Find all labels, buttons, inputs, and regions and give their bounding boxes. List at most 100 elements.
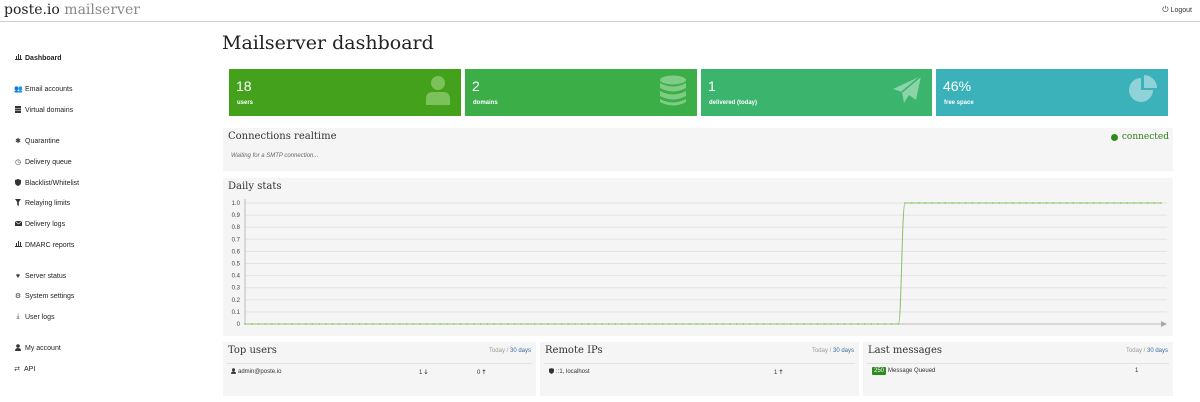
shield-icon (14, 178, 22, 188)
data-point (553, 323, 556, 325)
data-point (628, 323, 630, 325)
data-point (446, 323, 448, 325)
sidebar-item-label: Email accounts (25, 85, 73, 93)
period-today[interactable]: Today (812, 348, 828, 354)
tile-label: delivered (today) (709, 100, 758, 106)
sidebar-item-quarantine[interactable]: ✱ Quarantine (14, 136, 60, 146)
connections-panel: Connections realtime connected Waiting f… (223, 128, 1173, 171)
data-point (910, 202, 913, 204)
panel-title: Last messages (868, 345, 943, 356)
sidebar-item-dashboard[interactable]: Dashboard (14, 53, 62, 63)
data-point (587, 323, 590, 325)
bug-icon: ✱ (15, 138, 21, 145)
data-point (311, 323, 314, 325)
remote-ip-row: ::1, localhost (549, 368, 590, 376)
y-tick-label: 0.8 (232, 225, 241, 231)
data-point (506, 323, 509, 325)
sidebar-item-api[interactable]: ⇄ API (13, 364, 35, 374)
sidebar-item-label: Delivery logs (25, 220, 66, 228)
tile-label: users (237, 100, 254, 106)
daily-stats-chart: 0 0.1 0.2 0.3 0.4 0.5 0.6 0.7 0.8 0.9 1.0 (232, 199, 1167, 328)
data-point (500, 323, 502, 325)
panel-title: Remote IPs (545, 345, 603, 356)
data-point (951, 202, 954, 204)
data-point (392, 323, 395, 325)
tile-free-space[interactable]: 46% free space (936, 69, 1168, 116)
sidebar-item-my-account[interactable]: My account (14, 343, 61, 353)
logout-link[interactable]: ⏻ Logout (1162, 5, 1192, 15)
tile-domains[interactable]: 2 domains (465, 69, 697, 116)
tile-delivered-today[interactable]: 1 delivered (today) (701, 69, 932, 116)
sidebar-item-blacklist-whitelist[interactable]: Blacklist/Whitelist (14, 178, 79, 188)
sidebar-item-label: Dashboard (25, 54, 62, 62)
data-point (809, 323, 812, 325)
sidebar-item-server-status[interactable]: ♥ Server status (14, 271, 66, 281)
data-point (250, 323, 253, 325)
outgoing-count: 0 (477, 370, 481, 376)
sidebar-item-relaying-limits[interactable]: Relaying limits (14, 198, 70, 208)
period-30-days[interactable]: 30 days (510, 348, 531, 354)
sidebar-item-delivery-queue[interactable]: ◷ Delivery queue (14, 157, 72, 167)
data-point (722, 323, 725, 325)
data-point (715, 323, 718, 325)
exchange-icon: ⇄ (14, 366, 20, 373)
sidebar-item-user-logs[interactable]: ⤓ User logs (14, 312, 54, 322)
data-point (459, 323, 462, 325)
data-point (405, 323, 408, 325)
tile-value: 1 (708, 78, 716, 94)
data-point (964, 202, 967, 204)
sidebar-item-delivery-logs[interactable]: Delivery logs (14, 219, 65, 229)
y-tick-label: 0.7 (232, 237, 241, 243)
period-today[interactable]: Today (489, 348, 505, 354)
user-icon (425, 75, 451, 110)
tile-users[interactable]: 18 users (229, 69, 461, 116)
data-point (486, 323, 489, 325)
data-point (399, 323, 401, 325)
arrow-up-icon: 🡑 (779, 370, 783, 376)
sidebar-item-system-settings[interactable]: ⚙ System settings (14, 291, 75, 301)
brand-logo[interactable]: poste.io mailserver (4, 2, 140, 18)
sidebar-item-label: System settings (25, 292, 75, 300)
sidebar-item-label: API (24, 365, 36, 373)
data-point (324, 323, 327, 325)
data-point (776, 323, 778, 325)
data-point (816, 323, 819, 325)
period-today[interactable]: Today (1126, 348, 1142, 354)
data-point (1072, 202, 1075, 204)
bar-chart-icon (14, 54, 22, 62)
data-point (978, 202, 981, 204)
period-30-days[interactable]: 30 days (1147, 348, 1168, 354)
data-point (769, 323, 772, 325)
data-point (271, 323, 273, 325)
data-point (567, 323, 570, 325)
data-point (1133, 202, 1135, 204)
data-point (547, 323, 549, 325)
sidebar-item-virtual-domains[interactable]: Virtual domains (14, 105, 73, 115)
data-point (331, 323, 334, 325)
data-point (580, 323, 583, 325)
sidebar-item-label: My account (25, 344, 61, 352)
data-point (641, 323, 644, 325)
data-point (257, 323, 260, 325)
data-point (1018, 202, 1021, 204)
data-point (284, 323, 287, 325)
y-tick-label: 0.6 (232, 249, 241, 255)
users-icon: 👥 (14, 86, 23, 93)
data-point (473, 323, 475, 325)
data-point (937, 202, 940, 204)
period-30-days[interactable]: 30 days (833, 348, 854, 354)
waiting-message: Waiting for a SMTP connection... (231, 153, 319, 159)
data-point (971, 202, 974, 204)
data-point (857, 323, 859, 325)
data-point (958, 202, 960, 204)
data-point (1011, 202, 1014, 204)
data-point (991, 202, 994, 204)
server-icon (14, 105, 22, 115)
data-point (345, 323, 347, 325)
data-point (1139, 202, 1142, 204)
sidebar-item-dmarc-reports[interactable]: DMARC reports (14, 240, 74, 250)
data-point (796, 323, 799, 325)
sidebar-item-email-accounts[interactable]: 👥 Email accounts (14, 84, 72, 94)
data-point (1099, 202, 1102, 204)
data-point (1146, 202, 1149, 204)
